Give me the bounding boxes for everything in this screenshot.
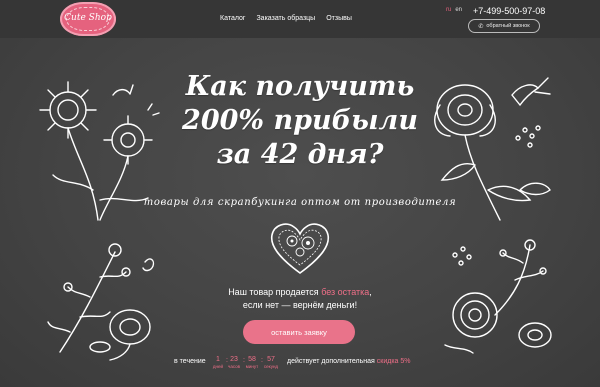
- timer-suffix: действует дополнительная скидка 5%: [287, 358, 411, 365]
- headline-line-2: 200% прибыли: [182, 105, 418, 136]
- floral-branch-right-illustration: [444, 239, 552, 354]
- lace-heart-icon: [270, 223, 330, 274]
- phone-icon: ✆: [478, 23, 484, 30]
- logo[interactable]: Cute Shop: [60, 2, 116, 36]
- guarantee-text: Наш товар продается без остатка, если не…: [190, 286, 410, 312]
- language-switcher: ru en: [446, 7, 462, 13]
- submit-request-button[interactable]: оставить заявку: [243, 320, 355, 344]
- lang-ru[interactable]: ru: [446, 7, 451, 13]
- countdown-minutes: 58 минут: [245, 356, 259, 369]
- main-nav: Каталог Заказать образцы Отзывы: [220, 15, 352, 22]
- guarantee-line2: если нет — вернём деньги!: [242, 300, 358, 310]
- guarantee-part2: ,: [369, 287, 372, 297]
- discount-label: скидка 5%: [376, 358, 411, 365]
- logo-text: Cute Shop: [64, 13, 112, 23]
- nav-item-order-samples[interactable]: Заказать образцы: [256, 15, 315, 22]
- headline-line-3: за 42 дня?: [216, 139, 384, 170]
- headline-line-1: Как получить: [185, 71, 415, 102]
- hero-headline: Как получить 200% прибыли за 42 дня?: [150, 70, 450, 172]
- guarantee-part1: Наш товар продается: [228, 287, 322, 297]
- hero-subtitle: товары для скрапбукинга оптом от произво…: [143, 197, 457, 208]
- countdown-hours: 23 часов: [227, 356, 241, 369]
- timer-prefix: в течение: [174, 358, 206, 365]
- callback-button[interactable]: ✆ обратный звонок: [468, 19, 540, 33]
- countdown-days: 1 дней: [212, 356, 224, 369]
- lang-en[interactable]: en: [455, 7, 462, 13]
- timer-suffix-text: действует дополнительная: [287, 358, 375, 365]
- countdown-seconds: 57 секунд: [263, 356, 279, 369]
- nav-item-reviews[interactable]: Отзывы: [326, 15, 352, 22]
- callback-label: обратный звонок: [486, 23, 530, 29]
- floral-branch-left-illustration: [47, 243, 155, 361]
- phone-number[interactable]: +7-499-500-97-08: [473, 6, 545, 16]
- guarantee-highlight: без остатка: [321, 287, 370, 297]
- countdown-row: в течение 1 дней : 23 часов : 58 минут :…: [160, 356, 460, 376]
- header-bar: Cute Shop Каталог Заказать образцы Отзыв…: [0, 0, 600, 38]
- nav-item-catalog[interactable]: Каталог: [220, 15, 245, 22]
